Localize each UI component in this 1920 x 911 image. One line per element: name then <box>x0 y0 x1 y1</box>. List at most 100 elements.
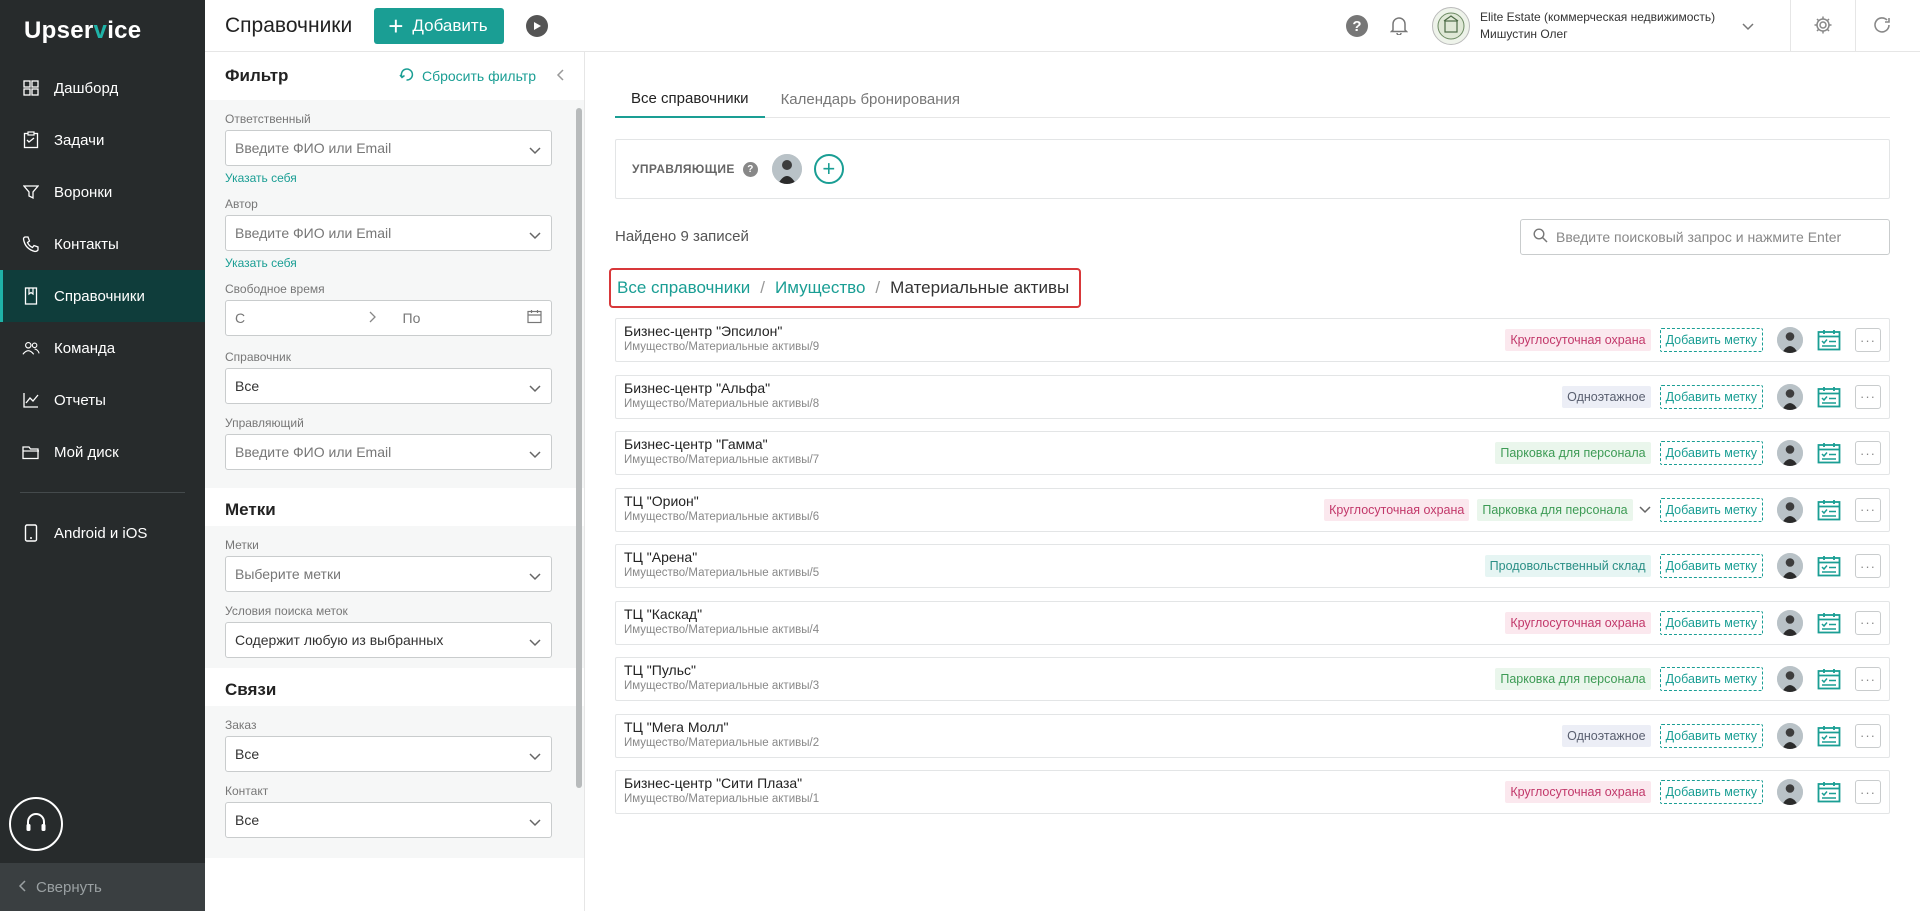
more-options-button[interactable]: ··· <box>1855 723 1881 748</box>
record-title[interactable]: ТЦ "Пульс" <box>624 661 819 679</box>
avatar[interactable] <box>1777 609 1803 636</box>
list-item[interactable]: ТЦ "Орион" Имущество/Материальные активы… <box>615 487 1890 532</box>
reset-filter-link[interactable]: Сбросить фильтр <box>399 67 536 85</box>
calendar-check-icon[interactable] <box>1817 329 1841 351</box>
calendar-check-icon[interactable] <box>1817 668 1841 690</box>
add-tag-button[interactable]: Добавить метку <box>1659 328 1763 352</box>
collapse-sidebar-button[interactable]: Свернуть <box>0 863 205 911</box>
calendar-check-icon[interactable] <box>1817 555 1841 577</box>
avatar[interactable] <box>771 154 802 184</box>
add-button[interactable]: + Добавить <box>374 7 504 44</box>
more-options-button[interactable]: ··· <box>1855 497 1881 522</box>
avatar[interactable] <box>1777 496 1803 523</box>
sidebar-item-tasks[interactable]: Задачи <box>0 114 205 166</box>
add-tag-button[interactable]: Добавить метку <box>1659 610 1763 635</box>
calendar-check-icon[interactable] <box>1817 781 1841 803</box>
gear-icon[interactable] <box>1813 15 1833 38</box>
sidebar-item-team[interactable]: Команда <box>0 322 205 374</box>
record-title[interactable]: ТЦ "Каскад" <box>624 605 819 623</box>
record-title[interactable]: Бизнес-центр "Сити Плаза" <box>624 774 819 792</box>
add-tag-button[interactable]: Добавить метку <box>1659 554 1763 578</box>
sidebar-item-folder[interactable]: Мой диск <box>0 426 205 478</box>
record-title[interactable]: ТЦ "Арена" <box>624 548 819 566</box>
add-tag-button[interactable]: Добавить метку <box>1659 780 1763 804</box>
company-avatar[interactable] <box>1432 7 1470 45</box>
add-manager-button[interactable]: + <box>813 154 844 184</box>
list-item[interactable]: Бизнес-центр "Сити Плаза" Имущество/Мате… <box>615 770 1890 814</box>
sidebar-item-funnel[interactable]: Воронки <box>0 166 205 218</box>
logout-icon[interactable] <box>1872 15 1892 38</box>
more-options-button[interactable]: ··· <box>1855 667 1881 691</box>
record-title[interactable]: Бизнес-центр "Альфа" <box>624 379 819 397</box>
tags-select[interactable]: Выберите метки <box>225 556 552 592</box>
sidebar-item-chart[interactable]: Отчеты <box>0 374 205 426</box>
breadcrumb-link-property[interactable]: Имущество <box>775 278 865 298</box>
order-select[interactable]: Все <box>225 736 552 772</box>
calendar-check-icon[interactable] <box>1817 386 1841 408</box>
sidebar-item-contacts[interactable]: Контакты <box>0 218 205 270</box>
add-tag-button[interactable]: Добавить метку <box>1659 667 1763 691</box>
chevron-down-icon[interactable] <box>1742 18 1754 34</box>
record-title[interactable]: ТЦ "Орион" <box>624 492 819 510</box>
calendar-check-icon[interactable] <box>1817 725 1841 747</box>
calendar-check-icon[interactable] <box>1817 442 1841 464</box>
chevron-down-icon[interactable] <box>1639 505 1651 514</box>
tab-all-directories[interactable]: Все справочники <box>615 80 765 118</box>
more-options-button[interactable]: ··· <box>1855 328 1881 352</box>
calendar-icon[interactable] <box>527 309 542 327</box>
date-to-field[interactable]: По <box>389 309 543 327</box>
search-input[interactable] <box>1556 229 1876 245</box>
avatar[interactable] <box>1777 666 1803 692</box>
free-time-range[interactable]: С По <box>225 300 552 336</box>
assign-self-link[interactable]: Указать себя <box>225 166 564 195</box>
chevron-left-icon[interactable] <box>556 68 564 84</box>
question-icon[interactable]: ? <box>742 161 758 177</box>
add-tag-button[interactable]: Добавить метку <box>1659 441 1763 465</box>
play-video-button[interactable] <box>525 14 548 37</box>
more-options-button[interactable]: ··· <box>1855 610 1881 635</box>
bell-icon[interactable] <box>1389 15 1409 38</box>
more-options-button[interactable]: ··· <box>1855 384 1881 409</box>
calendar-check-icon[interactable] <box>1817 612 1841 634</box>
list-item[interactable]: ТЦ "Арена" Имущество/Материальные активы… <box>615 544 1890 588</box>
list-item[interactable]: ТЦ "Пульс" Имущество/Материальные активы… <box>615 657 1890 701</box>
avatar[interactable] <box>1777 440 1803 466</box>
app-logo[interactable]: Upser v ice <box>0 0 205 62</box>
help-icon[interactable]: ? <box>1346 15 1368 37</box>
breadcrumb-link-all[interactable]: Все справочники <box>617 278 750 298</box>
add-tag-button[interactable]: Добавить метку <box>1659 384 1763 409</box>
list-item[interactable]: ТЦ "Каскад" Имущество/Материальные актив… <box>615 600 1890 645</box>
record-title[interactable]: Бизнес-центр "Гамма" <box>624 435 819 453</box>
calendar-check-icon[interactable] <box>1817 499 1841 521</box>
record-title[interactable]: Бизнес-центр "Эпсилон" <box>624 322 819 340</box>
sidebar-item-book[interactable]: Справочники <box>0 270 205 322</box>
tab-booking-calendar[interactable]: Календарь бронирования <box>765 80 976 118</box>
add-tag-button[interactable]: Добавить метку <box>1659 723 1763 748</box>
avatar[interactable] <box>1777 327 1803 353</box>
add-tag-button[interactable]: Добавить метку <box>1659 497 1763 522</box>
list-item[interactable]: ТЦ "Мега Молл" Имущество/Материальные ак… <box>615 713 1890 758</box>
directory-select[interactable]: Все <box>225 368 552 404</box>
contact-select[interactable]: Все <box>225 802 552 838</box>
more-options-button[interactable]: ··· <box>1855 780 1881 804</box>
manager-select[interactable]: Введите ФИО или Email <box>225 434 552 470</box>
sidebar-item-dashboard[interactable]: Дашборд <box>0 62 205 114</box>
list-item[interactable]: Бизнес-центр "Альфа" Имущество/Материаль… <box>615 374 1890 419</box>
filter-scrollbar[interactable] <box>576 108 582 788</box>
avatar[interactable] <box>1777 553 1803 579</box>
support-button[interactable] <box>9 797 63 851</box>
search-box[interactable] <box>1520 219 1890 255</box>
account-switcher[interactable]: Elite Estate (коммерческая недвижимость)… <box>1480 9 1742 43</box>
assign-self-link[interactable]: Указать себя <box>225 251 564 280</box>
record-title[interactable]: ТЦ "Мега Молл" <box>624 718 819 736</box>
more-options-button[interactable]: ··· <box>1855 441 1881 465</box>
list-item[interactable]: Бизнес-центр "Гамма" Имущество/Материаль… <box>615 431 1890 475</box>
avatar[interactable] <box>1777 383 1803 410</box>
avatar[interactable] <box>1777 779 1803 805</box>
responsible-select[interactable]: Введите ФИО или Email <box>225 130 552 166</box>
sidebar-item-mobile[interactable]: Android и iOS <box>0 507 205 559</box>
author-select[interactable]: Введите ФИО или Email <box>225 215 552 251</box>
date-from-field[interactable]: С <box>235 310 389 326</box>
more-options-button[interactable]: ··· <box>1855 554 1881 578</box>
avatar[interactable] <box>1777 722 1803 749</box>
